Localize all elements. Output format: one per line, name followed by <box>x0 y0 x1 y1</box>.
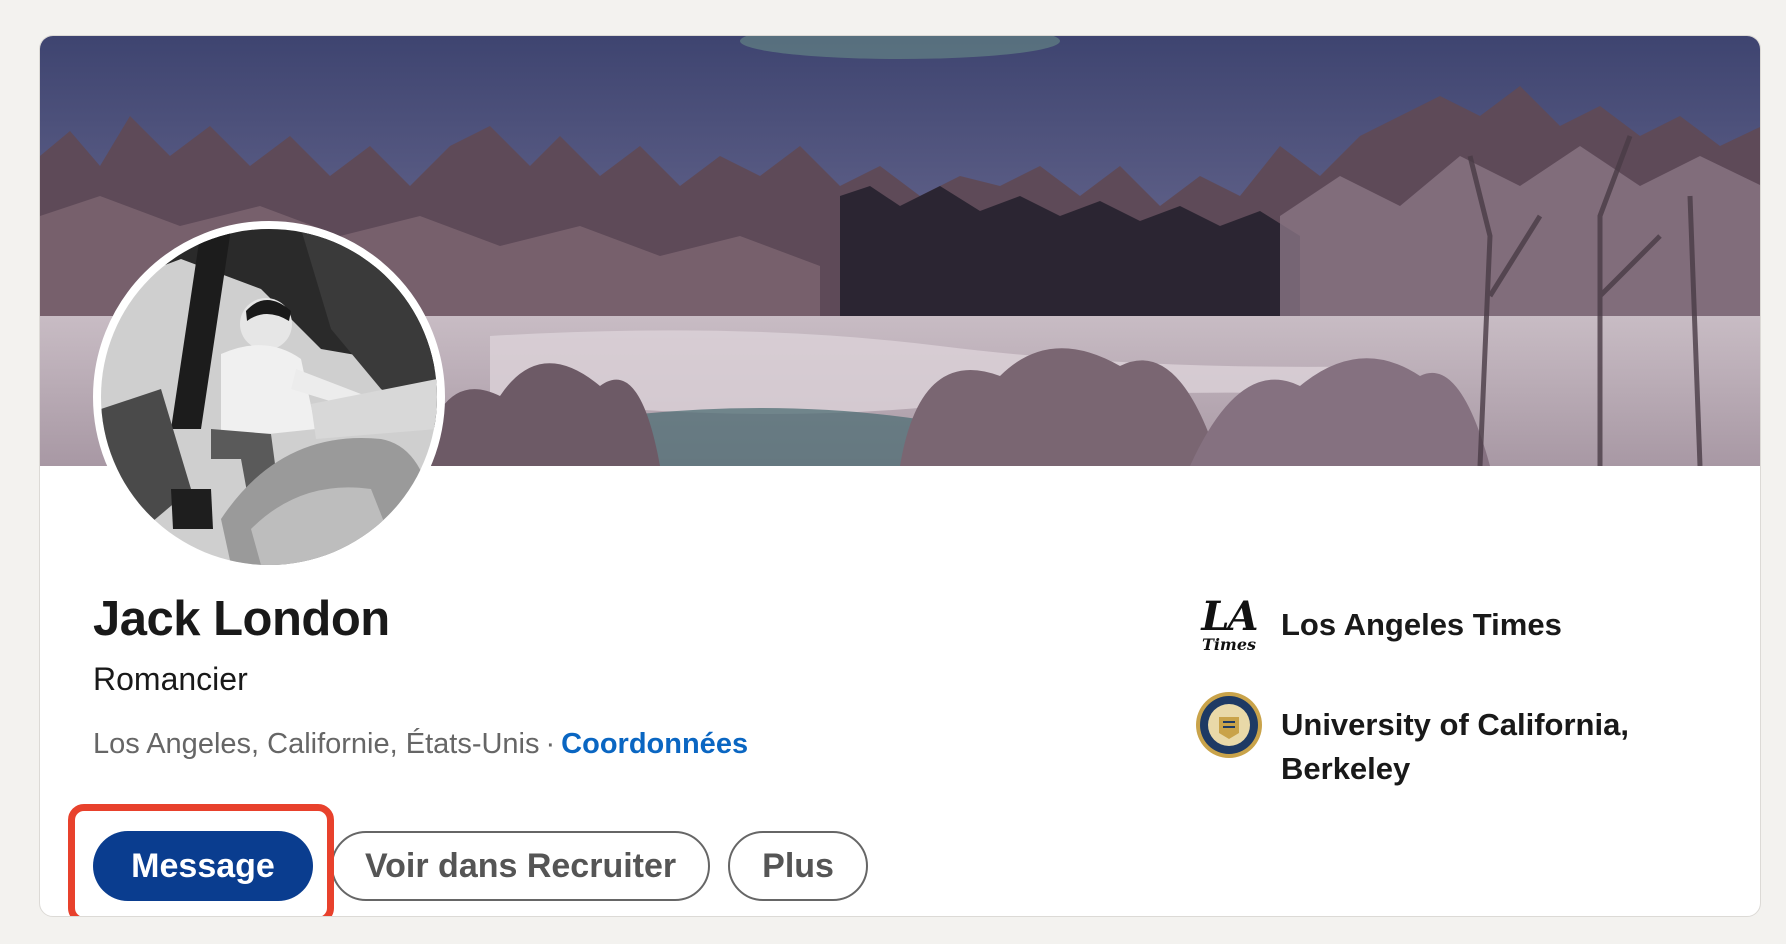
profile-location: Los Angeles, Californie, États-Unis <box>93 728 540 760</box>
profile-actions: Message Voir dans Recruiter Plus <box>93 831 868 901</box>
message-button[interactable]: Message <box>93 831 313 901</box>
org-name: Los Angeles Times <box>1281 607 1562 642</box>
org-name: University of California, Berkeley <box>1281 707 1629 786</box>
profile-photo-image <box>101 229 437 565</box>
profile-photo[interactable] <box>93 221 445 573</box>
separator: · <box>545 728 556 760</box>
org-item-uc-berkeley[interactable]: University of California, Berkeley <box>1195 691 1735 791</box>
profile-headline: Romancier <box>93 661 248 697</box>
contact-info-link[interactable]: Coordonnées <box>561 728 748 760</box>
la-times-logo-text-top: LA <box>1201 593 1258 640</box>
view-in-recruiter-button[interactable]: Voir dans Recruiter <box>331 831 711 901</box>
profile-name: Jack London <box>93 592 390 646</box>
la-times-logo-text-bottom: Times <box>1201 635 1257 654</box>
more-button[interactable]: Plus <box>728 831 868 901</box>
organizations-list: LA Times Los Angeles Times University of… <box>1195 591 1735 823</box>
profile-card: Jack London Romancier Los Angeles, Calif… <box>39 35 1761 917</box>
org-item-la-times[interactable]: LA Times Los Angeles Times <box>1195 591 1735 659</box>
uc-berkeley-seal-logo <box>1195 691 1263 759</box>
la-times-logo: LA Times <box>1195 591 1263 659</box>
location-row: Los Angeles, Californie, États-Unis · Coor… <box>93 728 748 761</box>
